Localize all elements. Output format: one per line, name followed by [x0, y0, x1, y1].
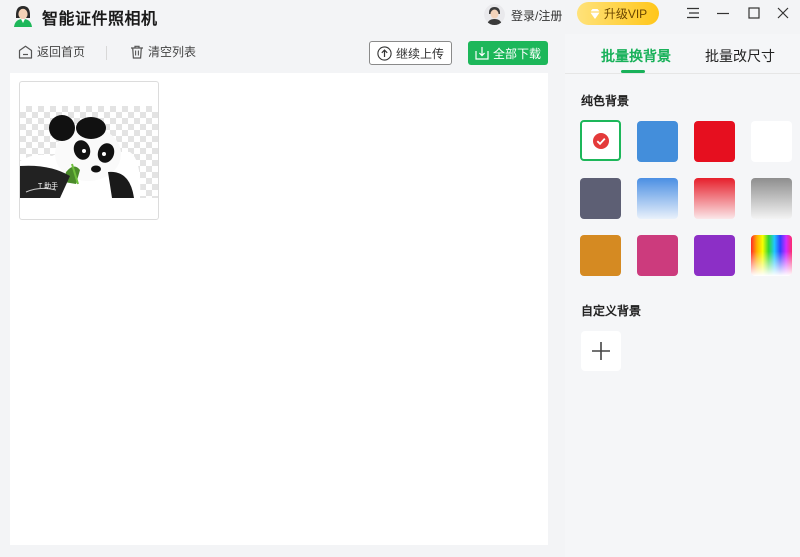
- swatch-orange[interactable]: [580, 235, 621, 276]
- upload-icon: [377, 45, 392, 61]
- login-register-link[interactable]: 登录/注册: [511, 7, 562, 24]
- back-home-label: 返回首页: [37, 45, 86, 59]
- custom-background-title: 自定义背景: [581, 304, 642, 318]
- download-all-label: 全部下载: [492, 46, 541, 61]
- app-logo-icon: [14, 6, 32, 27]
- close-icon[interactable]: [773, 4, 793, 22]
- maximize-icon[interactable]: [744, 4, 764, 22]
- menu-icon[interactable]: [683, 4, 703, 22]
- minimize-icon[interactable]: [713, 4, 733, 22]
- plus-icon: [592, 342, 610, 360]
- swatch-blue-gradient[interactable]: [637, 178, 678, 219]
- upgrade-vip-button[interactable]: 升级VIP: [577, 2, 659, 25]
- home-icon: [18, 45, 33, 59]
- title-bar: 智能证件照相机 登录/注册 升级VIP: [0, 0, 800, 32]
- diamond-icon: [589, 8, 600, 19]
- toolbar-divider: [106, 46, 107, 60]
- settings-panel: 批量换背景 批量改尺寸 纯色背景 自定义背景: [565, 34, 800, 557]
- swatch-white-selected[interactable]: [580, 120, 621, 161]
- checkmark-icon: [593, 133, 609, 149]
- photo-thumbnail[interactable]: T 助手: [19, 81, 159, 220]
- swatch-red[interactable]: [694, 121, 735, 162]
- tab-divider: [565, 73, 800, 74]
- swatch-gray-gradient[interactable]: [751, 178, 792, 219]
- solid-background-title: 纯色背景: [581, 94, 630, 108]
- tab-batch-resize[interactable]: 批量改尺寸: [705, 46, 775, 66]
- swatch-purple[interactable]: [694, 235, 735, 276]
- vip-label: 升级VIP: [603, 7, 648, 21]
- continue-upload-button[interactable]: 继续上传: [369, 41, 452, 65]
- back-home-button[interactable]: 返回首页: [18, 43, 85, 60]
- photo-list-area: T 助手: [10, 73, 548, 545]
- swatch-pink[interactable]: [637, 235, 678, 276]
- tab-batch-background[interactable]: 批量换背景: [601, 46, 671, 66]
- toolbar: 返回首页 清空列表 继续上传 全部下载: [10, 34, 550, 72]
- download-all-button[interactable]: 全部下载: [468, 41, 548, 65]
- clear-list-label: 清空列表: [148, 45, 197, 59]
- swatch-rainbow[interactable]: [751, 235, 792, 276]
- clear-list-button[interactable]: 清空列表: [130, 43, 196, 60]
- swatch-slate[interactable]: [580, 178, 621, 219]
- swatch-blue[interactable]: [637, 121, 678, 162]
- avatar[interactable]: [484, 4, 505, 25]
- swatch-white[interactable]: [751, 121, 792, 162]
- trash-icon: [131, 45, 143, 59]
- app-title: 智能证件照相机: [42, 11, 158, 28]
- download-icon: [475, 47, 489, 60]
- continue-upload-label: 继续上传: [395, 46, 444, 61]
- swatch-red-gradient[interactable]: [694, 178, 735, 219]
- photo-watermark: T 助手: [38, 183, 59, 190]
- add-custom-background-button[interactable]: [581, 331, 621, 371]
- photo-image: T 助手: [20, 106, 158, 198]
